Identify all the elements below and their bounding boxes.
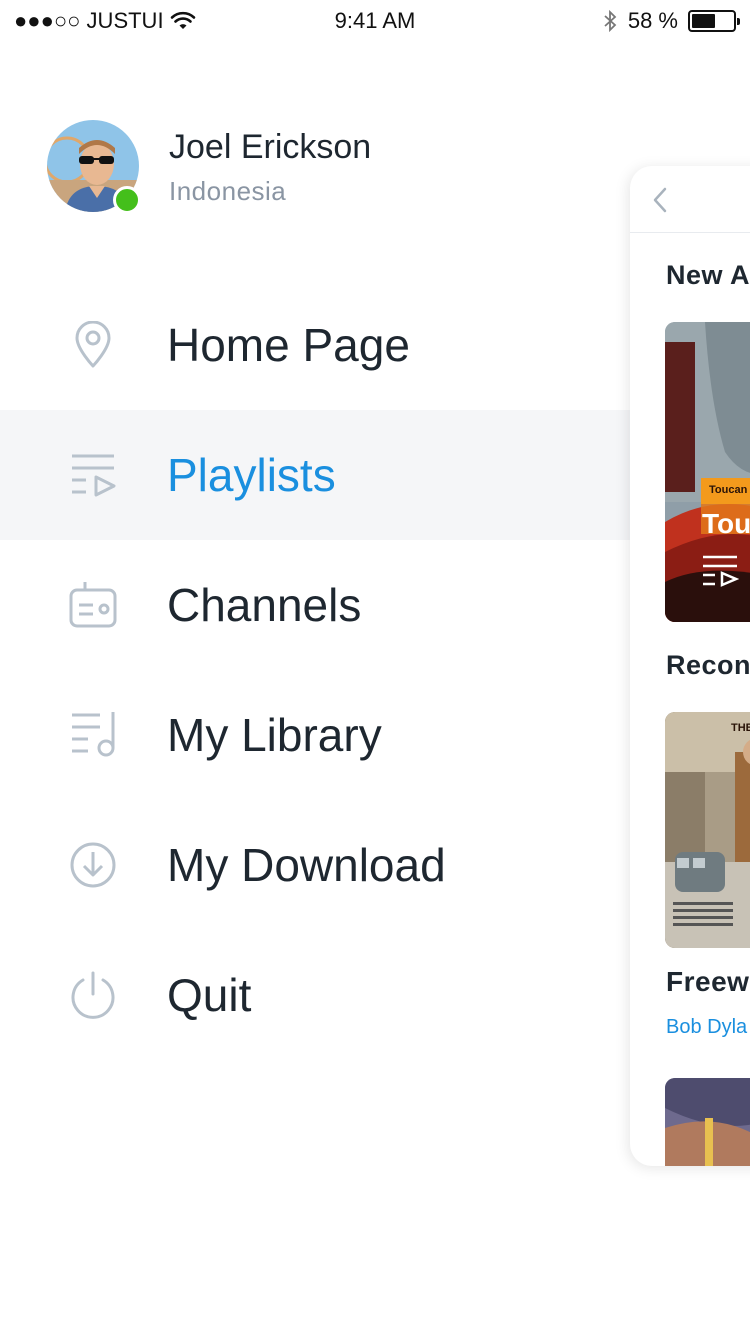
- album-title: Freew: [666, 966, 750, 997]
- status-bar: ●●●○○ JUSTUI 9:41 AM 58 %: [0, 0, 750, 40]
- menu-label: My Download: [167, 839, 446, 891]
- album-tag: Toucan l: [709, 484, 750, 496]
- battery-icon: [688, 10, 740, 32]
- back-chevron-icon[interactable]: [650, 186, 670, 214]
- album-card-recommended[interactable]: THE: [665, 712, 750, 948]
- menu-item-channels[interactable]: Channels: [0, 540, 630, 670]
- location-pin-icon: [66, 320, 120, 370]
- menu-label: My Library: [167, 709, 382, 761]
- profile-location: Indonesia: [169, 176, 287, 206]
- menu-label: Channels: [167, 579, 362, 631]
- menu-item-home-page[interactable]: Home Page: [0, 280, 630, 410]
- online-status-indicator: [113, 186, 141, 214]
- download-icon: [66, 840, 120, 890]
- menu-item-my-library[interactable]: My Library: [0, 670, 630, 800]
- menu-label: Quit: [167, 969, 252, 1021]
- power-icon: [66, 970, 120, 1020]
- album-card-next[interactable]: [665, 1078, 750, 1166]
- section-heading-new: New A: [666, 260, 750, 290]
- album-artist[interactable]: Bob Dyla: [666, 1016, 747, 1039]
- side-menu: Home Page Playlists Channels My Library …: [0, 280, 630, 1060]
- menu-label: Home Page: [167, 319, 410, 371]
- status-indicators: 58 %: [602, 8, 740, 34]
- menu-label: Playlists: [167, 449, 336, 501]
- album-card-title: Tou: [702, 508, 750, 539]
- profile-name: Joel Erickson: [169, 128, 372, 166]
- menu-item-quit[interactable]: Quit: [0, 930, 630, 1060]
- library-icon: [66, 710, 120, 760]
- header-divider: [630, 232, 750, 233]
- battery-level: [692, 14, 716, 28]
- battery-percent: 58 %: [627, 8, 678, 33]
- album-card-new[interactable]: Toucan l Tou: [665, 322, 750, 622]
- radio-icon: [66, 580, 120, 630]
- bluetooth-icon: [604, 9, 617, 33]
- menu-item-my-download[interactable]: My Download: [0, 800, 630, 930]
- menu-item-playlists[interactable]: Playlists: [0, 410, 630, 540]
- playlist-icon: [66, 450, 120, 500]
- playlist-icon: [701, 554, 740, 593]
- main-screen-preview[interactable]: New A Toucan l Tou Recon THE Freew Bob D…: [630, 166, 750, 1166]
- album-tag: THE: [731, 722, 750, 734]
- section-heading-recommended: Recon: [666, 650, 750, 680]
